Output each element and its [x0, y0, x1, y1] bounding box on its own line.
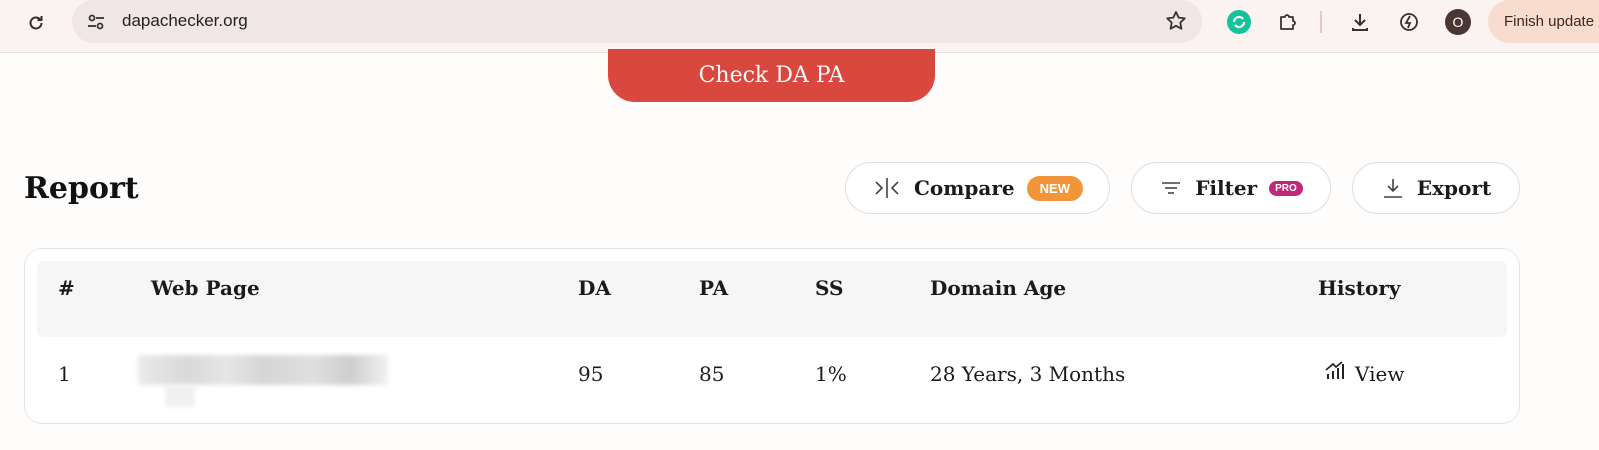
- export-label: Export: [1416, 176, 1492, 200]
- col-header-history: History: [1318, 276, 1401, 300]
- compare-icon: [872, 176, 902, 200]
- redacted-web-page-fragment: [165, 385, 195, 407]
- reload-icon[interactable]: [21, 8, 51, 38]
- filter-icon: [1159, 176, 1183, 200]
- report-table: # Web Page DA PA SS Domain Age History 1…: [24, 248, 1520, 424]
- col-header-num: #: [58, 276, 75, 300]
- site-settings-icon[interactable]: [84, 10, 108, 34]
- finish-update-button[interactable]: Finish update: [1488, 0, 1599, 43]
- performance-icon[interactable]: [1395, 8, 1423, 36]
- row-pa: 85: [699, 362, 725, 386]
- history-view-link[interactable]: View: [1323, 359, 1404, 388]
- history-view-label: View: [1355, 361, 1405, 386]
- col-header-ss: SS: [815, 276, 844, 300]
- bookmark-star-icon[interactable]: [1164, 9, 1188, 33]
- compare-button[interactable]: Compare NEW: [845, 162, 1110, 214]
- browser-toolbar: dapachecker.org O Finish update: [0, 0, 1599, 53]
- report-title: Report: [24, 171, 139, 206]
- redacted-web-page: [138, 355, 388, 385]
- row-ss: 1%: [815, 362, 847, 386]
- col-header-domain-age: Domain Age: [930, 276, 1067, 300]
- extensions-puzzle-icon[interactable]: [1274, 8, 1302, 36]
- export-button[interactable]: Export: [1352, 162, 1520, 214]
- download-icon[interactable]: [1346, 8, 1374, 36]
- row-domain-age: 28 Years, 3 Months: [930, 362, 1126, 386]
- filter-label: Filter: [1195, 176, 1258, 200]
- filter-button[interactable]: Filter PRO: [1131, 162, 1331, 214]
- col-header-pa: PA: [699, 276, 729, 300]
- col-header-da: DA: [578, 276, 611, 300]
- profile-avatar[interactable]: O: [1445, 9, 1471, 35]
- history-chart-icon: [1323, 359, 1347, 388]
- col-header-web-page: Web Page: [151, 276, 260, 300]
- grammarly-extension-icon[interactable]: [1225, 8, 1253, 36]
- check-da-pa-button[interactable]: Check DA PA: [608, 49, 935, 102]
- new-badge: NEW: [1026, 175, 1083, 201]
- row-num: 1: [58, 362, 71, 386]
- address-bar[interactable]: dapachecker.org: [72, 0, 1202, 43]
- export-icon: [1381, 176, 1405, 200]
- compare-label: Compare: [914, 176, 1015, 200]
- pro-badge: PRO: [1269, 180, 1303, 196]
- url-text[interactable]: dapachecker.org: [122, 11, 248, 31]
- toolbar-divider: [1320, 11, 1322, 33]
- row-da: 95: [578, 362, 604, 386]
